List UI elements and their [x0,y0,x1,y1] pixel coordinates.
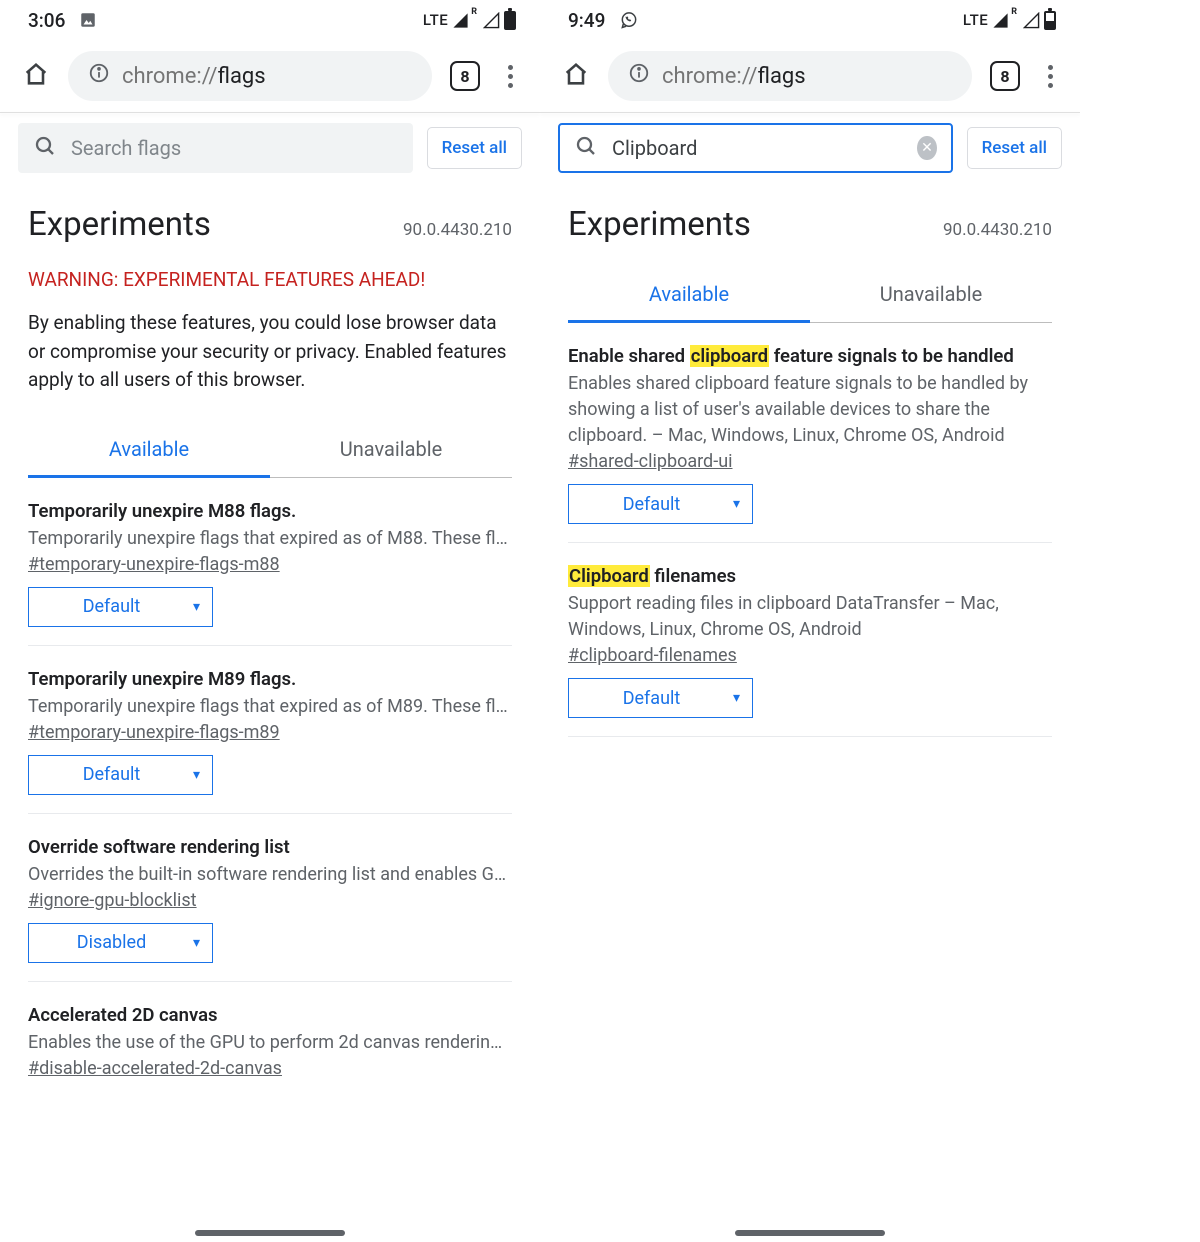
search-input[interactable] [612,136,903,160]
tab-available[interactable]: Available [28,423,270,477]
warning-heading: WARNING: EXPERIMENTAL FEATURES AHEAD! [28,268,512,291]
overflow-menu-icon[interactable] [498,61,522,92]
search-input[interactable] [71,136,398,160]
search-input-container[interactable] [18,123,413,173]
url-text: chrome://flags [122,64,266,89]
tabs-button[interactable]: 8 [990,61,1020,91]
nav-handle[interactable] [735,1230,885,1236]
flag-title: Accelerated 2D canvas [28,1004,512,1026]
signal-secondary-icon [1023,12,1040,29]
browser-toolbar: chrome://flags 8 [540,40,1080,112]
phone-right: 9:49 LTE R chrome://flags 8 [540,0,1080,1242]
signal-icon [452,12,469,29]
tab-available[interactable]: Available [568,268,810,322]
image-icon [79,11,97,29]
flag-desc: Enables the use of the GPU to perform 2d… [28,1030,512,1056]
omnibox[interactable]: chrome://flags [608,51,972,101]
flag-title: Temporarily unexpire M89 flags. [28,668,512,690]
network-label: LTE [963,11,988,29]
clear-icon[interactable]: ✕ [917,136,936,160]
info-icon [88,62,110,90]
roaming-r-icon: R [471,7,477,17]
status-bar: 3:06 LTE R [0,0,540,40]
search-row: Reset all [0,113,540,183]
flag-desc: Enables shared clipboard feature signals… [568,371,1052,449]
flag-title: Clipboard filenames [568,565,1052,587]
tabs: Available Unavailable [28,423,512,478]
reset-all-button[interactable]: Reset all [967,127,1062,169]
flag-item: Override software rendering list Overrid… [28,814,512,982]
home-icon[interactable] [22,60,50,92]
url-text: chrome://flags [662,64,806,89]
omnibox[interactable]: chrome://flags [68,51,432,101]
info-icon [628,62,650,90]
flag-anchor[interactable]: #clipboard-filenames [568,645,737,666]
flag-item: Clipboard filenames Support reading file… [568,543,1052,737]
status-time: 3:06 [28,9,65,32]
flag-select[interactable]: Default [568,678,753,718]
flag-desc: Support reading files in clipboard DataT… [568,591,1052,643]
tabs-button[interactable]: 8 [450,61,480,91]
flag-desc: Temporarily unexpire flags that expired … [28,694,512,720]
flag-item: Accelerated 2D canvas Enables the use of… [28,982,512,1109]
reset-all-button[interactable]: Reset all [427,127,522,169]
search-row: ✕ Reset all [540,113,1080,183]
battery-icon [504,11,516,30]
status-time: 9:49 [568,9,605,32]
status-bar: 9:49 LTE R [540,0,1080,40]
flag-title: Enable shared clipboard feature signals … [568,345,1052,367]
flag-title: Temporarily unexpire M88 flags. [28,500,512,522]
nav-handle[interactable] [195,1230,345,1236]
roaming-r-icon: R [1011,7,1017,17]
flag-item: Temporarily unexpire M89 flags. Temporar… [28,646,512,814]
battery-icon [1044,11,1056,30]
signal-icon [992,12,1009,29]
overflow-menu-icon[interactable] [1038,61,1062,92]
flag-item: Temporarily unexpire M88 flags. Temporar… [28,478,512,646]
tab-unavailable[interactable]: Unavailable [810,268,1052,322]
whatsapp-icon [619,10,639,30]
flag-anchor[interactable]: #temporary-unexpire-flags-m89 [28,722,280,743]
network-label: LTE [423,11,448,29]
flag-item: Enable shared clipboard feature signals … [568,323,1052,543]
warning-body: By enabling these features, you could lo… [28,309,512,395]
flag-anchor[interactable]: #shared-clipboard-ui [568,451,733,472]
flag-anchor[interactable]: #ignore-gpu-blocklist [28,890,197,911]
search-icon [574,134,598,162]
page-title: Experiments [28,205,211,244]
flag-anchor[interactable]: #temporary-unexpire-flags-m88 [28,554,280,575]
browser-toolbar: chrome://flags 8 [0,40,540,112]
flag-select[interactable]: Default [28,755,213,795]
flag-anchor[interactable]: #disable-accelerated-2d-canvas [28,1058,282,1079]
search-input-container[interactable]: ✕ [558,123,953,173]
flag-title: Override software rendering list [28,836,512,858]
flag-select[interactable]: Disabled [28,923,213,963]
signal-secondary-icon [483,12,500,29]
flag-select[interactable]: Default [568,484,753,524]
version-label: 90.0.4430.210 [943,220,1052,240]
flag-desc: Overrides the built-in software renderin… [28,862,512,888]
page-title: Experiments [568,205,751,244]
phone-left: 3:06 LTE R chrome://flags 8 [0,0,540,1242]
home-icon[interactable] [562,60,590,92]
flag-desc: Temporarily unexpire flags that expired … [28,526,512,552]
version-label: 90.0.4430.210 [403,220,512,240]
tabs: Available Unavailable [568,268,1052,323]
tab-unavailable[interactable]: Unavailable [270,423,512,477]
search-icon [33,134,57,162]
flag-select[interactable]: Default [28,587,213,627]
